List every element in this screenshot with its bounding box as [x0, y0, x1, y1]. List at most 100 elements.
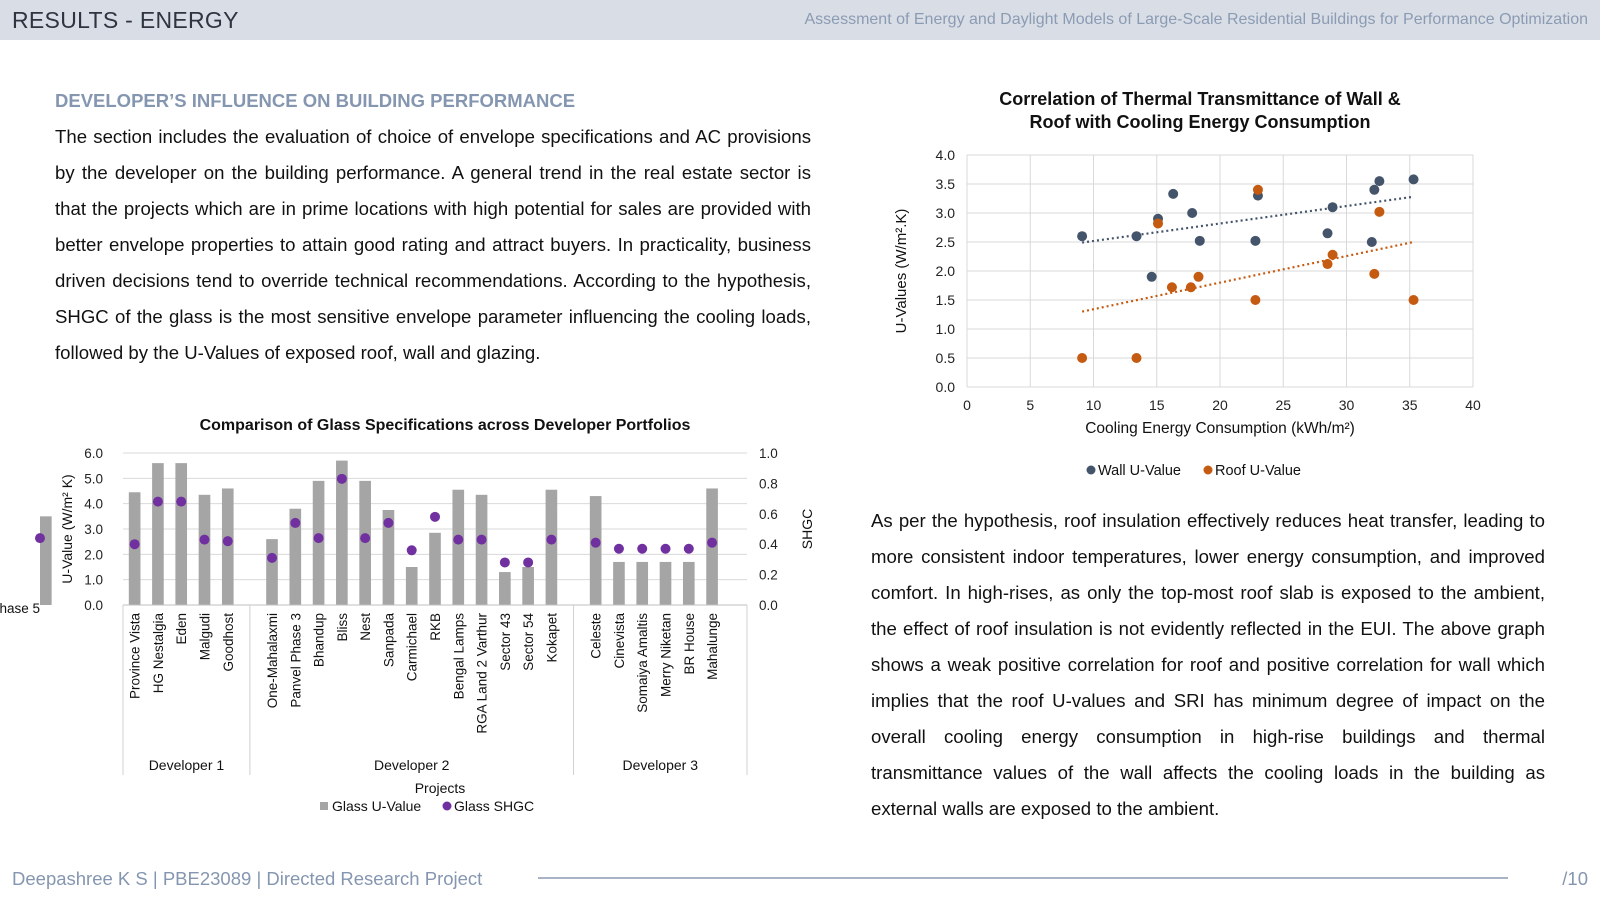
scatter-x-tick-label: 5 — [1026, 397, 1034, 413]
bar-glass-u-value — [429, 532, 441, 605]
scatter-x-tick-label: 10 — [1086, 397, 1102, 413]
bar-glass-u-value — [682, 561, 695, 605]
marker-glass-shgc — [383, 517, 394, 528]
right-paragraph: As per the hypothesis, roof insulation e… — [871, 510, 1545, 819]
bar-glass-u-value — [266, 539, 278, 605]
scatter-point — [1146, 271, 1157, 282]
bar-glass-u-value — [40, 516, 52, 605]
bar-glass-u-value — [198, 494, 211, 605]
scatter-point — [1408, 174, 1419, 185]
bar-category-label: BR House — [682, 613, 697, 675]
bar-category-label: Province Vista — [128, 613, 143, 700]
scatter-point — [1166, 282, 1177, 293]
bar-y2-tick-label: 0.4 — [759, 537, 778, 552]
bar-category-label: Somaiya Amaltis — [635, 613, 650, 713]
bar-category-label: Bengal Lamps — [451, 613, 466, 700]
marker-glass-shgc — [313, 533, 324, 544]
bar-y2-tick-label: 1.0 — [759, 446, 778, 461]
bar-category-label: Goodhost — [221, 613, 236, 672]
scatter-point — [1131, 231, 1142, 242]
scatter-y-axis-label: U-Values (W/m².K) — [893, 209, 910, 334]
scatter-point — [1194, 235, 1205, 246]
bar-y-axis-label: U-Value (W/m² K) — [59, 474, 75, 583]
marker-glass-shgc — [129, 539, 140, 550]
bar-glass-u-value — [452, 489, 465, 605]
bar-category-label: RGA Land 2 Varthur — [475, 613, 490, 734]
scatter-point — [1366, 237, 1377, 247]
bar-y-tick-label: 4.0 — [84, 497, 103, 512]
bar-glass-u-value — [475, 494, 488, 605]
scatter-y-tick-label: 0.0 — [936, 379, 956, 395]
scatter-chart-title: Correlation of Thermal Transmittance of … — [999, 89, 1400, 109]
scatter-x-tick-label: 20 — [1212, 397, 1228, 413]
scatter-point — [1322, 259, 1333, 270]
legend-swatch-glass-u-value — [320, 802, 328, 810]
bar-category-label: One-Mahalaxmi — [265, 613, 280, 708]
legend-label-wall-u-value: Wall U-Value — [1098, 463, 1181, 479]
marker-glass-shgc — [290, 517, 301, 528]
bar-glass-u-value — [589, 496, 602, 605]
scatter-point — [1374, 206, 1385, 217]
marker-glass-shgc — [453, 534, 464, 545]
scatter-x-tick-label: 35 — [1402, 397, 1418, 413]
scatter-y-tick-label: 4.0 — [936, 147, 956, 163]
slide-header: RESULTS - ENERGY Assessment of Energy an… — [0, 0, 1600, 40]
bar-group-label: Developer 1 — [149, 757, 225, 773]
bar-group-label: Developer 3 — [623, 757, 699, 773]
bar-glass-u-value — [405, 567, 418, 605]
bar-glass-u-value — [613, 561, 625, 605]
scatter-point — [1250, 235, 1261, 246]
bar-glass-u-value — [152, 463, 164, 605]
bar-category-label: Sanpada — [381, 613, 396, 668]
scatter-point — [1153, 218, 1164, 229]
bar-chart-title: Comparison of Glass Specifications acros… — [200, 417, 691, 434]
marker-glass-shgc — [590, 537, 601, 548]
bar-glass-u-value — [659, 561, 672, 605]
marker-glass-shgc — [613, 543, 624, 554]
bar-group-label: Developer 2 — [374, 757, 450, 773]
bar-category-label: Sector 54 — [521, 613, 536, 671]
legend-swatch-glass-shgc — [442, 801, 452, 811]
bar-glass-u-value — [522, 567, 534, 605]
scatter-point — [1168, 188, 1179, 199]
bar-x-axis-label: Projects — [415, 780, 466, 796]
legend-label-glass-shgc: Glass SHGC — [454, 798, 534, 814]
bar-category-label: Merry Niketan — [659, 613, 674, 697]
scatter-x-tick-label: 30 — [1339, 397, 1355, 413]
bar-glass-u-value — [636, 561, 649, 605]
marker-glass-shgc — [637, 543, 648, 554]
scatter-x-tick-label: 40 — [1465, 397, 1481, 413]
scatter-point — [1374, 176, 1385, 187]
bar-y2-tick-label: 0.6 — [759, 507, 778, 522]
bar-glass-u-value — [175, 463, 188, 605]
u-value-cooling-scatter-chart: Correlation of Thermal Transmittance of … — [893, 89, 1481, 479]
legend-swatch-wall-u-value — [1086, 465, 1096, 475]
bar-category-label: Sector 43 — [498, 613, 513, 671]
marker-glass-shgc — [523, 557, 534, 568]
scatter-point — [1187, 208, 1198, 218]
marker-glass-shgc — [546, 534, 557, 545]
scatter-y-tick-label: 2.0 — [936, 263, 956, 279]
bar-category-label: Cinevista — [612, 613, 627, 669]
slide-subtitle: Assessment of Energy and Daylight Models… — [804, 11, 1589, 28]
bar-category-label: NIBM Phase 5 — [0, 601, 40, 616]
marker-glass-shgc — [406, 545, 417, 556]
scatter-point — [1408, 295, 1419, 305]
scatter-point — [1322, 228, 1333, 239]
marker-glass-shgc — [360, 533, 371, 544]
bar-category-label: HG Nestalgia — [151, 613, 166, 694]
scatter-point — [1369, 268, 1380, 279]
footer-author: Deepashree K S | PBE23089 | Directed Res… — [12, 868, 483, 889]
scatter-y-tick-label: 2.5 — [936, 234, 956, 250]
marker-glass-shgc — [199, 534, 210, 545]
bar-category-label: RKB — [428, 613, 443, 641]
bar-category-label: Kokapet — [544, 613, 559, 663]
bar-y2-tick-label: 0.0 — [759, 598, 778, 613]
bar-category-label: Eden — [174, 613, 189, 645]
bar-category-label: Nest — [358, 613, 373, 641]
legend-label-glass-u-value: Glass U-Value — [332, 798, 421, 814]
glass-specs-bar-chart: Comparison of Glass Specifications acros… — [0, 417, 815, 814]
marker-glass-shgc — [267, 552, 278, 563]
bar-category-label: Panvel Phase 3 — [288, 613, 303, 708]
scatter-point — [1185, 282, 1196, 293]
